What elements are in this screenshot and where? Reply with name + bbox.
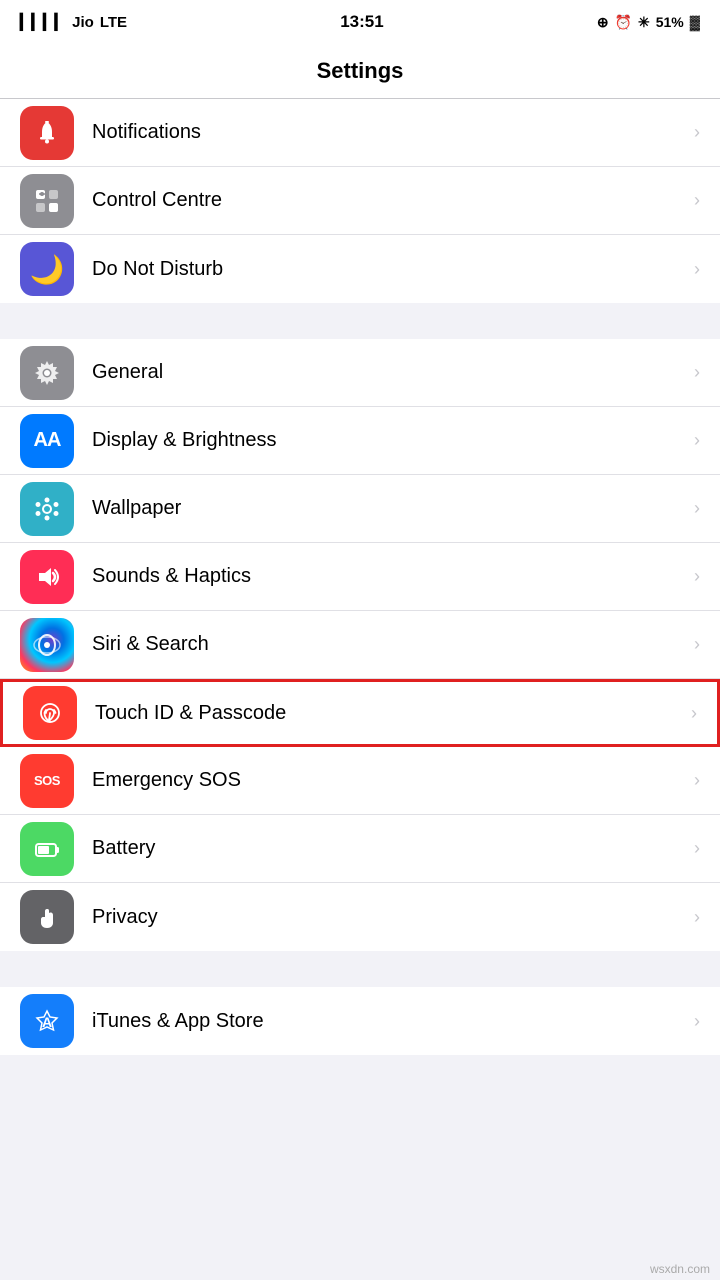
section-gap-1	[0, 303, 720, 339]
settings-item-notifications[interactable]: Notifications ›	[0, 99, 720, 167]
settings-item-emergency-sos[interactable]: SOS Emergency SOS ›	[0, 747, 720, 815]
status-right: ⊕ ⏰ ✳ 51% ▓	[597, 14, 700, 31]
battery-chevron: ›	[694, 838, 700, 859]
general-label: General	[92, 361, 686, 384]
notifications-icon	[20, 106, 74, 160]
control-centre-chevron: ›	[694, 190, 700, 211]
notifications-chevron: ›	[694, 122, 700, 143]
settings-item-control-centre[interactable]: Control Centre ›	[0, 167, 720, 235]
status-time: 13:51	[340, 12, 383, 32]
settings-item-privacy[interactable]: Privacy ›	[0, 883, 720, 951]
display-brightness-icon: AA	[20, 414, 74, 468]
battery-label: Battery	[92, 837, 686, 860]
section-notifications: Notifications › Control Centre › 🌙	[0, 99, 720, 303]
alarm-icon: ⏰	[615, 14, 632, 31]
settings-item-do-not-disturb[interactable]: 🌙 Do Not Disturb ›	[0, 235, 720, 303]
carrier-label: Jio	[72, 14, 94, 31]
signal-icon: ▎▎▎▎	[20, 13, 66, 31]
wallpaper-chevron: ›	[694, 498, 700, 519]
control-centre-label: Control Centre	[92, 189, 686, 212]
privacy-chevron: ›	[694, 907, 700, 928]
control-centre-icon	[20, 174, 74, 228]
network-label: LTE	[100, 14, 127, 31]
itunes-app-store-chevron: ›	[694, 1011, 700, 1032]
siri-search-icon	[20, 618, 74, 672]
page-header: Settings	[0, 44, 720, 99]
itunes-app-store-label: iTunes & App Store	[92, 1010, 686, 1033]
section-general: General › AA Display & Brightness ›	[0, 339, 720, 951]
section-gap-2	[0, 951, 720, 987]
settings-item-battery[interactable]: Battery ›	[0, 815, 720, 883]
settings-item-sounds-haptics[interactable]: Sounds & Haptics ›	[0, 543, 720, 611]
siri-search-chevron: ›	[694, 634, 700, 655]
emergency-sos-icon: SOS	[20, 754, 74, 808]
section-store: A iTunes & App Store ›	[0, 987, 720, 1055]
settings-item-wallpaper[interactable]: Wallpaper ›	[0, 475, 720, 543]
sounds-haptics-label: Sounds & Haptics	[92, 565, 686, 588]
page-title: Settings	[0, 58, 720, 84]
status-bar: ▎▎▎▎ Jio LTE 13:51 ⊕ ⏰ ✳ 51% ▓	[0, 0, 720, 44]
settings-item-general[interactable]: General ›	[0, 339, 720, 407]
privacy-label: Privacy	[92, 906, 686, 929]
location-icon: ⊕	[597, 14, 609, 31]
bluetooth-icon: ✳	[638, 14, 650, 31]
do-not-disturb-icon: 🌙	[20, 242, 74, 296]
status-left: ▎▎▎▎ Jio LTE	[20, 13, 127, 31]
do-not-disturb-chevron: ›	[694, 259, 700, 280]
touch-id-passcode-icon	[23, 686, 77, 740]
siri-search-label: Siri & Search	[92, 633, 686, 656]
wallpaper-icon	[20, 482, 74, 536]
settings-list-3: A iTunes & App Store ›	[0, 987, 720, 1055]
privacy-icon	[20, 890, 74, 944]
general-chevron: ›	[694, 362, 700, 383]
settings-list-2: General › AA Display & Brightness ›	[0, 339, 720, 951]
display-brightness-chevron: ›	[694, 430, 700, 451]
settings-item-itunes-app-store[interactable]: A iTunes & App Store ›	[0, 987, 720, 1055]
settings-list-1: Notifications › Control Centre › 🌙	[0, 99, 720, 303]
general-icon	[20, 346, 74, 400]
do-not-disturb-label: Do Not Disturb	[92, 258, 686, 281]
itunes-app-store-icon: A	[20, 994, 74, 1048]
touch-id-passcode-label: Touch ID & Passcode	[95, 702, 683, 725]
settings-item-siri-search[interactable]: Siri & Search ›	[0, 611, 720, 679]
svg-text:A: A	[42, 1014, 52, 1030]
emergency-sos-label: Emergency SOS	[92, 769, 686, 792]
settings-item-touch-id-passcode[interactable]: Touch ID & Passcode ›	[0, 679, 720, 747]
sounds-haptics-chevron: ›	[694, 566, 700, 587]
sounds-haptics-icon	[20, 550, 74, 604]
battery-icon	[20, 822, 74, 876]
settings-item-display-brightness[interactable]: AA Display & Brightness ›	[0, 407, 720, 475]
emergency-sos-chevron: ›	[694, 770, 700, 791]
watermark: wsxdn.com	[650, 1262, 710, 1276]
battery-icon: ▓	[690, 14, 700, 30]
wallpaper-label: Wallpaper	[92, 497, 686, 520]
battery-percent: 51%	[656, 14, 684, 30]
touch-id-passcode-chevron: ›	[691, 703, 697, 724]
notifications-label: Notifications	[92, 121, 686, 144]
display-brightness-label: Display & Brightness	[92, 429, 686, 452]
